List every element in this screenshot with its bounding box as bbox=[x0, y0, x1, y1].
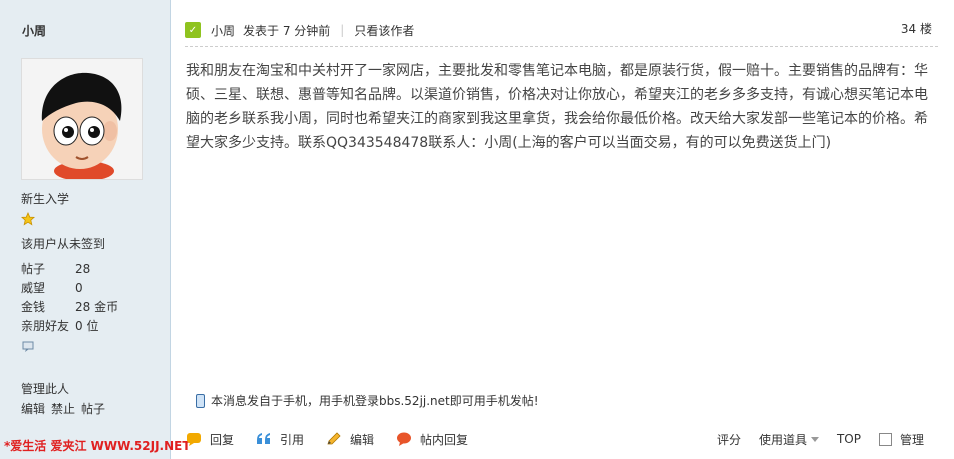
phone-icon bbox=[196, 393, 205, 408]
stat-value[interactable]: 28 bbox=[75, 260, 90, 279]
stat-value: 0 bbox=[75, 281, 83, 295]
post-author-link[interactable]: 小周 bbox=[211, 22, 235, 39]
manage-control: 管理 bbox=[878, 431, 924, 448]
pencil-icon bbox=[327, 432, 341, 445]
top-link[interactable]: TOP bbox=[837, 432, 861, 446]
post-header: ✓ 小周 发表于 7 分钟前 | 只看该作者 bbox=[185, 18, 938, 42]
post-right-actions: 评分 使用道具 TOP 管理 bbox=[717, 428, 924, 450]
reply-label: 回复 bbox=[210, 432, 235, 447]
stat-label: 亲朋好友 bbox=[21, 319, 70, 333]
header-divider-line bbox=[185, 46, 938, 47]
stat-value: 28 金币 bbox=[75, 300, 119, 314]
avatar-image bbox=[22, 59, 142, 179]
stat-row: 亲朋好友 0 位 bbox=[21, 317, 118, 336]
rate-link[interactable]: 评分 bbox=[717, 431, 741, 448]
tools-dropdown[interactable]: 使用道具 bbox=[759, 431, 819, 448]
only-author-link[interactable]: 只看该作者 bbox=[354, 22, 414, 39]
online-status-icon: ✓ bbox=[185, 22, 201, 38]
mobile-note: 本消息发自于手机，用手机登录bbs.52jj.net即可用手机发帖! bbox=[196, 392, 539, 409]
chevron-down-icon bbox=[810, 436, 819, 442]
message-icon[interactable] bbox=[22, 340, 36, 352]
post-body: 我和朋友在淘宝和中关村开了一家网店，主要批发和零售笔记本电脑，都是原装行货，假一… bbox=[186, 63, 928, 151]
reply-button[interactable]: 回复 bbox=[186, 431, 234, 448]
header-divider: | bbox=[340, 23, 345, 37]
edit-button[interactable]: 编辑 bbox=[326, 431, 374, 448]
stat-label: 金钱 bbox=[21, 300, 46, 314]
avatar[interactable] bbox=[21, 58, 143, 180]
reply-icon bbox=[187, 433, 201, 446]
manage-ban-link[interactable]: 禁止 bbox=[51, 400, 75, 417]
manage-user-links: 编辑 禁止 帖子 bbox=[21, 400, 105, 417]
manage-label: 管理 bbox=[899, 432, 924, 447]
user-rank: 新生入学 bbox=[21, 192, 70, 206]
quote-icon bbox=[257, 433, 271, 444]
comment-icon bbox=[397, 432, 412, 446]
floor-number[interactable]: 34 楼 bbox=[901, 20, 932, 37]
user-stats: 帖子 28 威望 0 金钱 28 金币 亲朋好友 0 位 bbox=[21, 260, 118, 336]
site-watermark: *爱生活 爱夹江 WWW.52JJ.NET bbox=[4, 439, 191, 453]
inline-reply-label: 帖内回复 bbox=[420, 432, 469, 447]
manage-posts-link[interactable]: 帖子 bbox=[81, 400, 105, 417]
stat-row: 金钱 28 金币 bbox=[21, 298, 118, 317]
stat-row: 威望 0 bbox=[21, 279, 118, 298]
stat-value[interactable]: 0 位 bbox=[75, 317, 98, 336]
post-time: 发表于 7 分钟前 bbox=[243, 23, 331, 38]
manage-edit-link[interactable]: 编辑 bbox=[21, 400, 45, 417]
quote-label: 引用 bbox=[280, 432, 305, 447]
inline-reply-button[interactable]: 帖内回复 bbox=[396, 431, 468, 448]
manage-user-title: 管理此人 bbox=[21, 382, 70, 396]
post-actions: 回复 引用 编辑 帖内回复 bbox=[186, 428, 490, 450]
username-link[interactable]: 小周 bbox=[22, 22, 46, 39]
star-icon bbox=[21, 212, 35, 226]
sign-status: 该用户从未签到 bbox=[21, 237, 106, 251]
manage-checkbox[interactable] bbox=[878, 432, 892, 446]
quote-button[interactable]: 引用 bbox=[256, 431, 304, 448]
user-sidebar: 小周 新生入学 该用户从未签到 帖子 28 威望 0 金钱 28 金币 亲朋好友 0 位… bbox=[0, 0, 191, 459]
tools-label: 使用道具 bbox=[758, 432, 807, 447]
stat-label: 威望 bbox=[21, 281, 46, 295]
edit-label: 编辑 bbox=[350, 432, 375, 447]
stat-label: 帖子 bbox=[21, 262, 46, 276]
mobile-note-text: 本消息发自于手机，用手机登录bbs.52jj.net即可用手机发帖! bbox=[211, 394, 539, 408]
stat-row: 帖子 28 bbox=[21, 260, 118, 279]
